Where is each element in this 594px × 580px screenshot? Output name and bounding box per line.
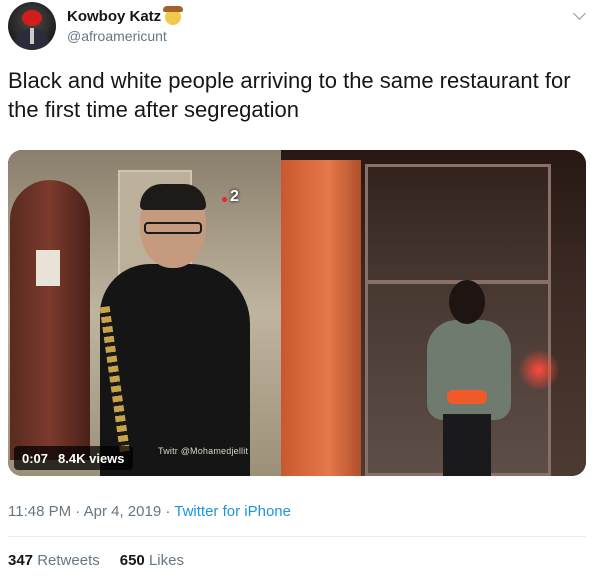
avatar-face (22, 10, 42, 26)
display-name[interactable]: Kowboy Katz (67, 8, 161, 25)
man-figure (99, 184, 250, 476)
head (449, 280, 485, 324)
video-views: 8.4K views (58, 450, 125, 466)
video-frame-right (281, 150, 586, 476)
avatar[interactable] (8, 2, 56, 50)
tweet-time[interactable]: 11:48 PM (8, 503, 71, 520)
video-overlay: 0:07 8.4K views (14, 446, 133, 470)
chevron-down-icon[interactable] (573, 7, 586, 20)
body (427, 320, 511, 420)
video-player[interactable]: 2 Twitr @Mohamedjellit 0:07 8.4K views (8, 150, 586, 476)
tweet-text: Black and white people arriving to the s… (8, 68, 571, 122)
door-image (10, 180, 90, 460)
glasses (144, 222, 202, 234)
separator: · (165, 503, 171, 520)
video-duration: 0:07 (22, 450, 49, 466)
video-frame-left: 2 Twitr @Mohamedjellit (8, 150, 281, 476)
red-light (517, 350, 561, 390)
video-number-overlay: 2 (222, 188, 239, 205)
retweets-stat[interactable]: 347 Retweets (8, 552, 100, 569)
author-handle[interactable]: @afroamericunt (67, 28, 167, 44)
author-name-row[interactable]: Kowboy Katz (67, 5, 184, 25)
tweet-source-link[interactable]: Twitter for iPhone (174, 503, 291, 520)
separator: · (75, 503, 81, 520)
orange-wall (281, 160, 361, 476)
person-figure (421, 280, 517, 476)
door-plate (36, 250, 60, 286)
tweet-stats: 347 Retweets 650 Likes (8, 552, 184, 569)
legs (443, 414, 491, 476)
divider (8, 536, 586, 537)
tweet-date[interactable]: Apr 4, 2019 (84, 503, 162, 520)
video-watermark: Twitr @Mohamedjellit (158, 446, 249, 456)
avatar-tie (30, 28, 34, 44)
retweets-count: 347 (8, 552, 34, 569)
waist-bag (447, 390, 487, 404)
retweets-label: Retweets (37, 552, 100, 569)
cowboy-face-icon (163, 5, 184, 25)
likes-stat[interactable]: 650 Likes (120, 552, 184, 569)
hair (140, 184, 206, 210)
tweet-timestamp: 11:48 PM · Apr 4, 2019 · Twitter for iPh… (8, 503, 291, 520)
likes-label: Likes (148, 552, 184, 569)
likes-count: 650 (119, 552, 145, 569)
